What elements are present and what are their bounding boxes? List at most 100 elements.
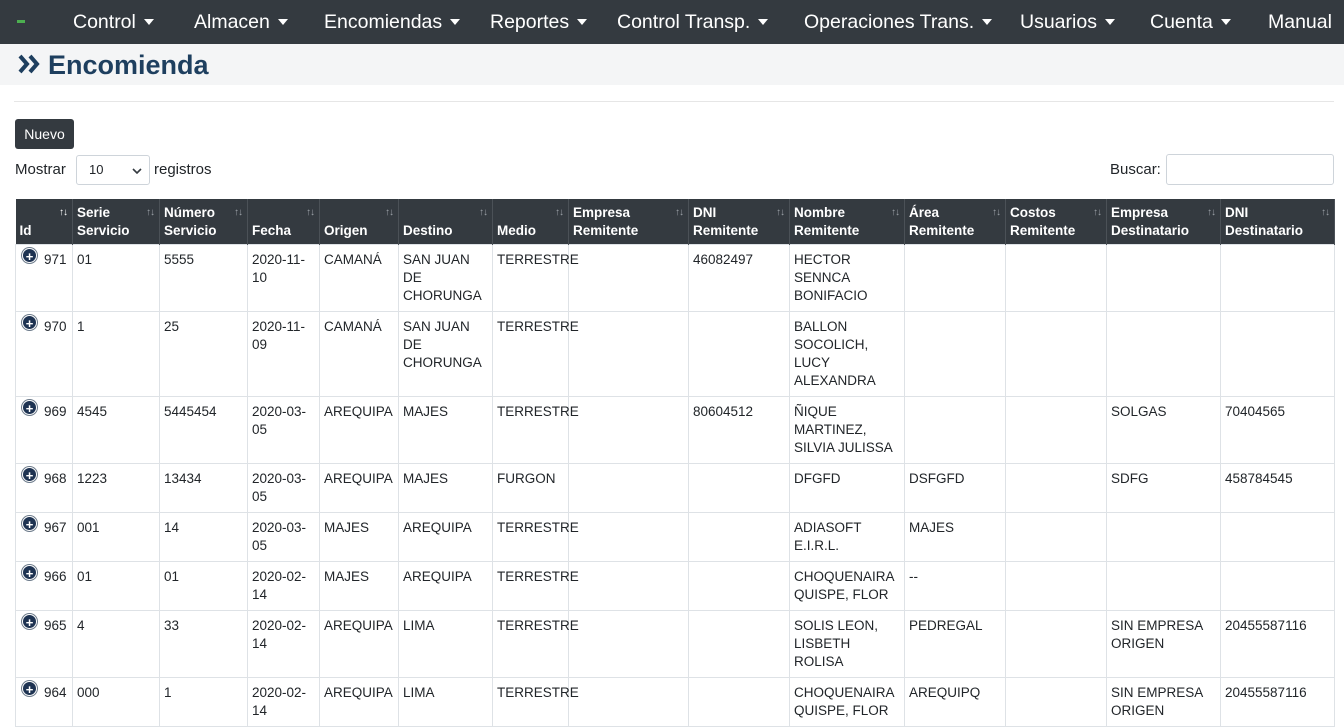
table-cell: 01 bbox=[159, 560, 248, 611]
table-row[interactable]: +969 4545 5445454 2020-03-05 AREQUIPA MAJES TE… bbox=[15, 395, 1335, 464]
cell-value: SAN JUAN DE CHORUNGA bbox=[403, 318, 482, 370]
nav-item-label: Cuenta bbox=[1150, 11, 1213, 33]
table-cell bbox=[1005, 395, 1107, 464]
column-header-label: Fecha bbox=[252, 222, 292, 238]
sort-icon: ↑↓ bbox=[306, 207, 315, 218]
column-header[interactable]: Número Servicio ↑↓ bbox=[159, 199, 248, 244]
table-cell: MAJES bbox=[319, 511, 399, 562]
table-cell: MAJES bbox=[319, 560, 399, 611]
cell-value: 964 bbox=[44, 684, 67, 700]
expand-row-icon[interactable]: + bbox=[22, 466, 37, 483]
search-input[interactable] bbox=[1166, 154, 1334, 185]
nav-item-operaciones-trans[interactable]: Operaciones Trans. bbox=[804, 0, 993, 44]
nav-item-control-transp[interactable]: Control Transp. bbox=[617, 0, 769, 44]
table-row[interactable]: +971 01 5555 2020-11-10 CAMANÁ SAN JUAN DE CH… bbox=[15, 243, 1335, 312]
cell-value: AREQUIPA bbox=[324, 617, 393, 633]
cell-value: SDFG bbox=[1111, 470, 1149, 486]
cell-value: TERRESTRE bbox=[497, 617, 579, 633]
table-cell bbox=[688, 511, 790, 562]
column-header[interactable]: Área Remitente ↑↓ bbox=[904, 199, 1006, 244]
column-header[interactable]: Empresa Destinatario ↑↓ bbox=[1106, 199, 1221, 244]
sort-icon: ↑↓ bbox=[234, 207, 243, 218]
table-cell: 2020-02-14 bbox=[247, 560, 320, 611]
column-header[interactable]: Fecha ↑↓ bbox=[247, 199, 320, 244]
table-cell: LIMA bbox=[398, 609, 493, 678]
column-header-label: Destino bbox=[403, 222, 453, 238]
table-cell: +971 bbox=[15, 243, 73, 312]
column-header-label: Id bbox=[19, 222, 32, 238]
nav-item-control[interactable]: Control bbox=[73, 0, 154, 44]
column-header[interactable]: Serie Servicio ↑↓ bbox=[72, 199, 160, 244]
column-header[interactable]: Origen ↑↓ bbox=[319, 199, 399, 244]
table-cell bbox=[1106, 560, 1221, 611]
table-cell: +965 bbox=[15, 609, 73, 678]
column-header[interactable]: Nombre Remitente ↑↓ bbox=[789, 199, 905, 244]
nav-item-manual[interactable]: Manual bbox=[1268, 0, 1332, 44]
caret-down-icon bbox=[143, 19, 154, 25]
expand-row-icon[interactable]: + bbox=[22, 680, 37, 697]
nav-item-almacen[interactable]: Almacen bbox=[194, 0, 288, 44]
page-length-select[interactable]: 10 bbox=[76, 155, 150, 185]
table-cell bbox=[1005, 560, 1107, 611]
table-cell: AREQUIPA bbox=[319, 462, 399, 513]
table-cell: TERRESTRE bbox=[492, 243, 579, 312]
table-cell bbox=[568, 676, 689, 727]
table-row[interactable]: +970 1 25 2020-11-09 CAMANÁ SAN JUAN DE CHORU… bbox=[15, 310, 1335, 397]
table-cell: CHOQUENAIRA QUISPE, FLOR bbox=[789, 560, 905, 611]
table-row[interactable]: +968 1223 13434 2020-03-05 AREQUIPA MAJES FURG… bbox=[15, 462, 1335, 513]
cell-value: AREQUIPA bbox=[324, 470, 393, 486]
table-cell: CHOQUENAIRA QUISPE, FLOR bbox=[789, 676, 905, 727]
cell-value: ÑIQUE MARTINEZ, SILVIA JULISSA bbox=[794, 403, 893, 455]
expand-row-icon[interactable]: + bbox=[22, 515, 37, 532]
brand-logo[interactable] bbox=[17, 20, 25, 23]
expand-row-icon[interactable]: + bbox=[22, 399, 37, 416]
table-cell: 2020-03-05 bbox=[247, 395, 320, 464]
nav-item-cuenta[interactable]: Cuenta bbox=[1150, 0, 1231, 44]
nav-item-reportes[interactable]: Reportes bbox=[490, 0, 588, 44]
table-cell bbox=[904, 395, 1006, 464]
sort-icon: ↑↓ bbox=[1207, 207, 1216, 218]
table-row[interactable]: +966 01 01 2020-02-14 MAJES AREQUIPA TERRESTRE… bbox=[15, 560, 1335, 611]
new-button[interactable]: Nuevo bbox=[15, 119, 74, 149]
cell-value: 968 bbox=[44, 470, 67, 486]
column-header[interactable]: DNI Remitente ↑↓ bbox=[688, 199, 790, 244]
cell-value: 2020-03-05 bbox=[252, 470, 307, 504]
cell-value: 80604512 bbox=[693, 403, 754, 419]
table-cell: 01 bbox=[72, 243, 160, 312]
table-row[interactable]: +967 001 14 2020-03-05 MAJES AREQUIPA TERRESTR… bbox=[15, 511, 1335, 562]
table-row[interactable]: +964 000 1 2020-02-14 AREQUIPA LIMA TERRESTRE C… bbox=[15, 676, 1335, 727]
expand-row-icon[interactable]: + bbox=[22, 314, 37, 331]
table-cell bbox=[1220, 243, 1335, 312]
column-header[interactable]: Costos Remitente ↑↓ bbox=[1005, 199, 1107, 244]
table-cell: SAN JUAN DE CHORUNGA bbox=[398, 243, 493, 312]
cell-value: 13434 bbox=[164, 470, 202, 486]
table-cell: TERRESTRE bbox=[492, 676, 579, 727]
cell-value: TERRESTRE bbox=[497, 519, 579, 535]
column-header[interactable]: DNI Destinatario ↑↓ bbox=[1220, 199, 1335, 244]
table-cell: HECTOR SENNCA BONIFACIO bbox=[789, 243, 905, 312]
expand-row-icon[interactable]: + bbox=[22, 613, 37, 630]
table-cell: SOLGAS bbox=[1106, 395, 1221, 464]
table-cell: TERRESTRE bbox=[492, 511, 579, 562]
sort-icon: ↑↓ bbox=[479, 207, 488, 218]
caret-down-icon bbox=[450, 19, 461, 25]
cell-value: 01 bbox=[77, 251, 93, 267]
nav-item-usuarios[interactable]: Usuarios bbox=[1020, 0, 1115, 44]
cell-value: MAJES bbox=[324, 568, 370, 584]
table-cell: 14 bbox=[159, 511, 248, 562]
column-header[interactable]: Medio ↑↓ bbox=[492, 199, 569, 244]
table-cell bbox=[1005, 609, 1107, 678]
expand-row-icon[interactable]: + bbox=[22, 247, 37, 264]
caret-down-icon bbox=[277, 19, 288, 25]
table-row[interactable]: +965 4 33 2020-02-14 AREQUIPA LIMA TERRESTRE SO… bbox=[15, 609, 1335, 678]
cell-value: 2020-02-14 bbox=[252, 617, 307, 651]
table-cell: AREQUIPA bbox=[319, 609, 399, 678]
nav-item-encomiendas[interactable]: Encomiendas bbox=[324, 0, 461, 44]
column-header[interactable]: Id ↑↓ bbox=[15, 199, 73, 244]
table-cell: +970 bbox=[15, 310, 73, 397]
sort-icon: ↑↓ bbox=[1093, 207, 1102, 218]
column-header[interactable]: Destino ↑↓ bbox=[398, 199, 493, 244]
column-header-label: Área Remitente bbox=[909, 204, 975, 238]
expand-row-icon[interactable]: + bbox=[22, 564, 37, 581]
column-header[interactable]: Empresa Remitente ↑↓ bbox=[568, 199, 689, 244]
